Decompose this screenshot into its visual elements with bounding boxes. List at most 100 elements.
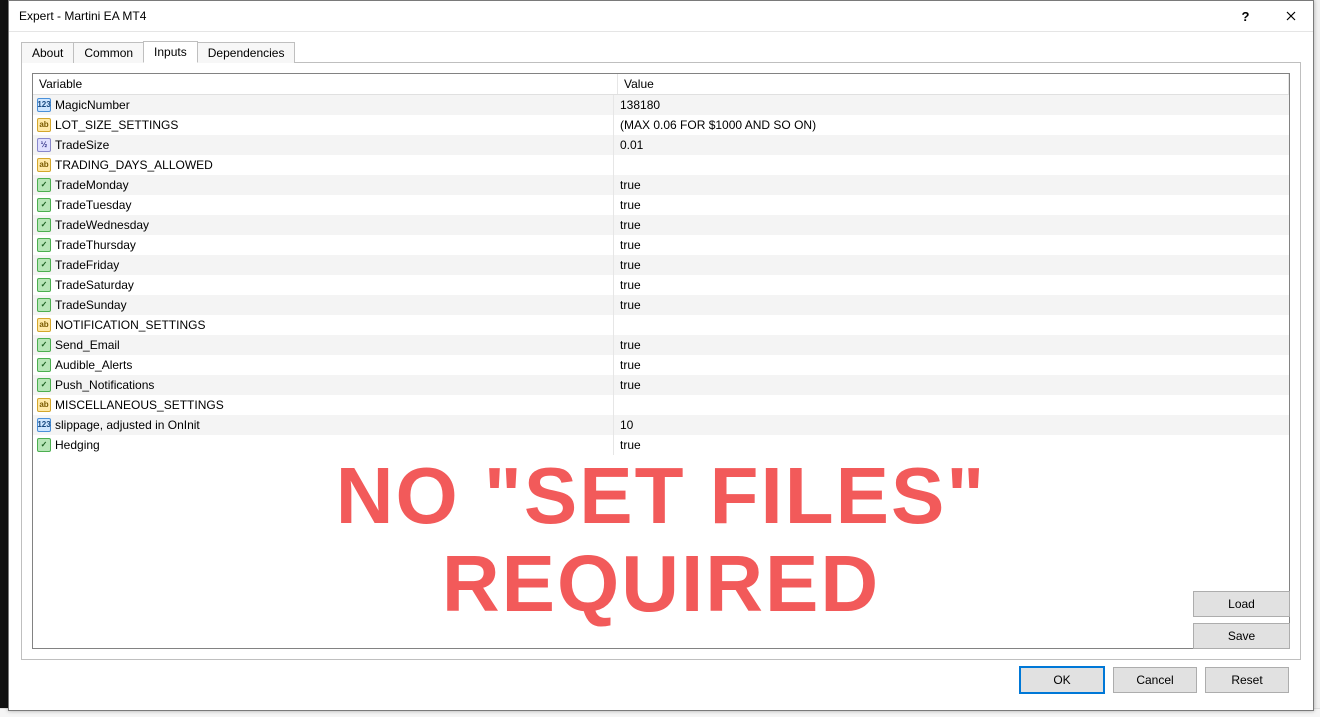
type-str-icon: ab <box>37 318 51 332</box>
input-row[interactable]: ✓Push_Notificationstrue <box>33 375 1289 395</box>
value-cell[interactable]: true <box>614 435 1289 455</box>
tab-dependencies[interactable]: Dependencies <box>197 42 296 63</box>
variable-name: MagicNumber <box>55 98 130 112</box>
variable-cell[interactable]: ✓TradeTuesday <box>33 195 614 215</box>
type-bool-icon: ✓ <box>37 258 51 272</box>
input-row[interactable]: ✓ TradeMonday true <box>33 175 1289 195</box>
close-icon <box>1286 11 1296 21</box>
input-row[interactable]: ✓ TradeFriday true <box>33 255 1289 275</box>
save-button[interactable]: Save <box>1193 623 1290 649</box>
type-str-icon: ab <box>37 158 51 172</box>
variable-cell[interactable]: ✓TradeSaturday <box>33 275 614 295</box>
overlay-annotation: NO "SET FILES" REQUIRED <box>33 452 1289 628</box>
side-buttons: Load Save <box>1193 591 1290 649</box>
variable-cell[interactable]: ab TRADING_DAYS_ALLOWED <box>33 155 614 175</box>
variable-cell[interactable]: ✓TradeThursday <box>33 235 614 255</box>
tab-inputs[interactable]: Inputs <box>143 41 198 63</box>
variable-cell[interactable]: abLOT_SIZE_SETTINGS <box>33 115 614 135</box>
reset-button[interactable]: Reset <box>1205 667 1289 693</box>
input-row[interactable]: 123 MagicNumber 138180 <box>33 95 1289 115</box>
titlebar: Expert - Martini EA MT4 ? <box>9 1 1313 32</box>
variable-cell[interactable]: ✓ TradeMonday <box>33 175 614 195</box>
input-row[interactable]: ✓TradeThursdaytrue <box>33 235 1289 255</box>
value-cell[interactable]: true <box>614 215 1289 235</box>
variable-cell[interactable]: ½TradeSize <box>33 135 614 155</box>
variable-name: TradeMonday <box>55 178 129 192</box>
variable-name: MISCELLANEOUS_SETTINGS <box>55 398 224 412</box>
value-cell[interactable]: true <box>614 195 1289 215</box>
variable-name: TradeThursday <box>55 238 136 252</box>
value-cell[interactable]: 138180 <box>614 95 1289 115</box>
ok-button[interactable]: OK <box>1019 666 1105 694</box>
input-row[interactable]: ab TRADING_DAYS_ALLOWED <box>33 155 1289 175</box>
value-cell[interactable]: true <box>614 255 1289 275</box>
variable-cell[interactable]: ✓ TradeFriday <box>33 255 614 275</box>
variable-name: NOTIFICATION_SETTINGS <box>55 318 205 332</box>
variable-name: TradeWednesday <box>55 218 149 232</box>
variable-cell[interactable]: 123 MagicNumber <box>33 95 614 115</box>
type-bool-icon: ✓ <box>37 358 51 372</box>
value-cell[interactable]: 0.01 <box>614 135 1289 155</box>
input-row[interactable]: 123slippage, adjusted in OnInit10 <box>33 415 1289 435</box>
variable-cell[interactable]: ✓ TradeSunday <box>33 295 614 315</box>
variable-name: TRADING_DAYS_ALLOWED <box>55 158 213 172</box>
grid-body: 123MagicNumber138180abLOT_SIZE_SETTINGS(… <box>33 95 1289 455</box>
variable-name: Audible_Alerts <box>55 358 132 372</box>
variable-name: LOT_SIZE_SETTINGS <box>55 118 178 132</box>
variable-cell[interactable]: ✓Hedging <box>33 435 614 455</box>
type-bool-icon: ✓ <box>37 218 51 232</box>
input-row[interactable]: ✓ Audible_Alerts true <box>33 355 1289 375</box>
variable-cell[interactable]: 123slippage, adjusted in OnInit <box>33 415 614 435</box>
variable-cell[interactable]: ab MISCELLANEOUS_SETTINGS <box>33 395 614 415</box>
variable-cell[interactable]: ✓Push_Notifications <box>33 375 614 395</box>
type-bool-icon: ✓ <box>37 178 51 192</box>
value-cell[interactable] <box>614 395 1289 415</box>
cancel-button[interactable]: Cancel <box>1113 667 1197 693</box>
value-cell[interactable]: true <box>614 355 1289 375</box>
variable-cell[interactable]: ✓ TradeWednesday <box>33 215 614 235</box>
load-button[interactable]: Load <box>1193 591 1290 617</box>
type-bool-icon: ✓ <box>37 338 51 352</box>
input-row[interactable]: ✓ TradeWednesday true <box>33 215 1289 235</box>
input-row[interactable]: ✓ Send_Email true <box>33 335 1289 355</box>
value-cell[interactable]: true <box>614 375 1289 395</box>
value-cell[interactable]: (MAX 0.06 FOR $1000 AND SO ON) <box>614 115 1289 135</box>
tab-common[interactable]: Common <box>73 42 144 63</box>
tab-panel-inputs: Variable Value 123MagicNumber138180abLOT… <box>21 62 1301 660</box>
type-int-icon: 123 <box>37 98 51 112</box>
variable-cell[interactable]: ab NOTIFICATION_SETTINGS <box>33 315 614 335</box>
input-row[interactable]: ab NOTIFICATION_SETTINGS <box>33 315 1289 335</box>
value-cell[interactable]: true <box>614 175 1289 195</box>
value-cell[interactable]: true <box>614 235 1289 255</box>
variable-name: TradeFriday <box>55 258 119 272</box>
value-cell[interactable] <box>614 155 1289 175</box>
variable-name: TradeSaturday <box>55 278 134 292</box>
tab-about[interactable]: About <box>21 42 74 63</box>
input-row[interactable]: abLOT_SIZE_SETTINGS(MAX 0.06 FOR $1000 A… <box>33 115 1289 135</box>
input-row[interactable]: ab MISCELLANEOUS_SETTINGS <box>33 395 1289 415</box>
type-bool-icon: ✓ <box>37 298 51 312</box>
variable-cell[interactable]: ✓ Audible_Alerts <box>33 355 614 375</box>
input-row[interactable]: ✓TradeSaturdaytrue <box>33 275 1289 295</box>
input-row[interactable]: ✓Hedgingtrue <box>33 435 1289 455</box>
type-bool-icon: ✓ <box>37 198 51 212</box>
value-cell[interactable]: 10 <box>614 415 1289 435</box>
value-cell[interactable]: true <box>614 275 1289 295</box>
close-button[interactable] <box>1268 1 1313 31</box>
column-header-variable[interactable]: Variable <box>33 74 618 94</box>
dialog-body: About Common Inputs Dependencies Variabl… <box>9 32 1313 710</box>
variable-name: Hedging <box>55 438 100 452</box>
value-cell[interactable]: true <box>614 335 1289 355</box>
overlay-line1: NO "SET FILES" <box>33 452 1289 540</box>
variable-name: TradeSunday <box>55 298 127 312</box>
input-row[interactable]: ✓TradeTuesdaytrue <box>33 195 1289 215</box>
input-row[interactable]: ½TradeSize0.01 <box>33 135 1289 155</box>
type-str-icon: ab <box>37 398 51 412</box>
variable-cell[interactable]: ✓ Send_Email <box>33 335 614 355</box>
value-cell[interactable]: true <box>614 295 1289 315</box>
variable-name: Send_Email <box>55 338 120 352</box>
help-button[interactable]: ? <box>1223 1 1268 31</box>
input-row[interactable]: ✓ TradeSunday true <box>33 295 1289 315</box>
value-cell[interactable] <box>614 315 1289 335</box>
column-header-value[interactable]: Value <box>618 74 1289 94</box>
